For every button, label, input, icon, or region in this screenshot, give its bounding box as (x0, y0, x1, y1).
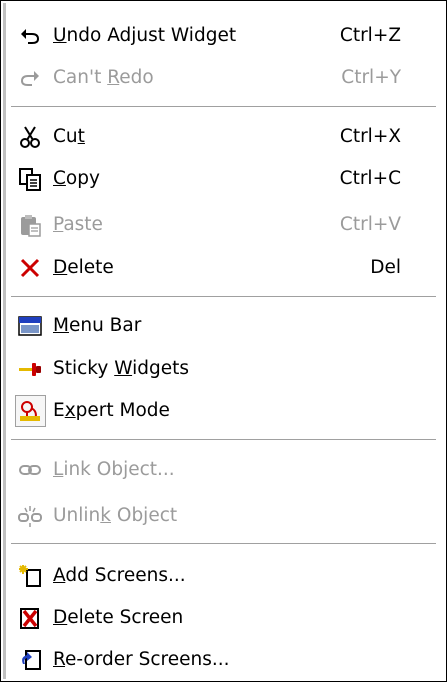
menu-item-label: Menu Bar (53, 315, 142, 336)
menu-item-label: Undo Adjust Widget (53, 25, 237, 46)
reorder-screens-icon (18, 648, 42, 672)
menu-item-label: Delete (53, 257, 114, 278)
menu-item-label: Sticky Widgets (53, 358, 189, 379)
undo-icon (18, 24, 42, 48)
copy-icon (18, 167, 42, 191)
paste-icon (18, 213, 42, 237)
menu-edge-strip (3, 3, 6, 679)
menu-item-label: Cut (53, 126, 85, 147)
menu-bar-icon (18, 314, 42, 338)
menu-item-shortcut: Ctrl+C (339, 168, 401, 189)
menu-item-expert-mode[interactable]: Expert Mode (11, 390, 436, 432)
menu-item-reorder-screens[interactable]: Re-order Screens... (11, 639, 436, 681)
menu-item-shortcut: Ctrl+Y (341, 67, 401, 88)
edit-context-menu: Undo Adjust Widget Ctrl+Z Can't Redo Ctr… (0, 0, 447, 682)
menu-item-redo[interactable]: Can't Redo Ctrl+Y (11, 57, 436, 99)
menu-item-label: Expert Mode (53, 400, 170, 421)
menu-separator (11, 439, 436, 441)
menu-item-sticky-widgets[interactable]: Sticky Widgets (11, 348, 436, 390)
menu-item-copy[interactable]: Copy Ctrl+C (11, 158, 436, 200)
menu-item-label: Can't Redo (53, 67, 154, 88)
delete-x-icon (18, 256, 42, 280)
menu-item-label: Re-order Screens... (53, 649, 230, 670)
menu-item-label: Copy (53, 168, 100, 189)
expert-mode-icon (18, 399, 42, 423)
menu-item-shortcut: Ctrl+Z (339, 25, 401, 46)
menu-item-unlink-object[interactable]: Unlink Object (11, 495, 436, 537)
menu-item-cut[interactable]: Cut Ctrl+X (11, 116, 436, 158)
menu-item-link-object[interactable]: Link Object... (11, 449, 436, 491)
redo-icon (18, 66, 42, 90)
menu-item-label: Paste (53, 214, 103, 235)
menu-item-label: Add Screens... (53, 565, 186, 586)
unlink-icon (18, 504, 42, 528)
menu-item-shortcut: Del (370, 257, 401, 278)
menu-item-label: Delete Screen (53, 607, 184, 628)
delete-screen-icon (18, 606, 42, 630)
menu-item-add-screens[interactable]: Add Screens... (11, 555, 436, 597)
menu-item-delete-screen[interactable]: Delete Screen (11, 597, 436, 639)
menu-item-delete[interactable]: Delete Del (11, 247, 436, 289)
pin-icon (18, 357, 42, 381)
scissors-icon (18, 125, 42, 149)
menu-item-label: Unlink Object (53, 505, 178, 526)
menu-item-shortcut: Ctrl+X (339, 126, 401, 147)
menu-separator (11, 543, 436, 545)
link-icon (18, 458, 42, 482)
menu-item-label: Link Object... (53, 459, 175, 480)
menu-item-paste[interactable]: Paste Ctrl+V (11, 204, 436, 246)
menu-separator (11, 296, 436, 298)
menu-item-undo[interactable]: Undo Adjust Widget Ctrl+Z (11, 15, 436, 57)
menu-separator (11, 106, 436, 108)
menu-item-menu-bar[interactable]: Menu Bar (11, 305, 436, 347)
add-screen-icon (18, 564, 42, 588)
menu-item-shortcut: Ctrl+V (339, 214, 401, 235)
